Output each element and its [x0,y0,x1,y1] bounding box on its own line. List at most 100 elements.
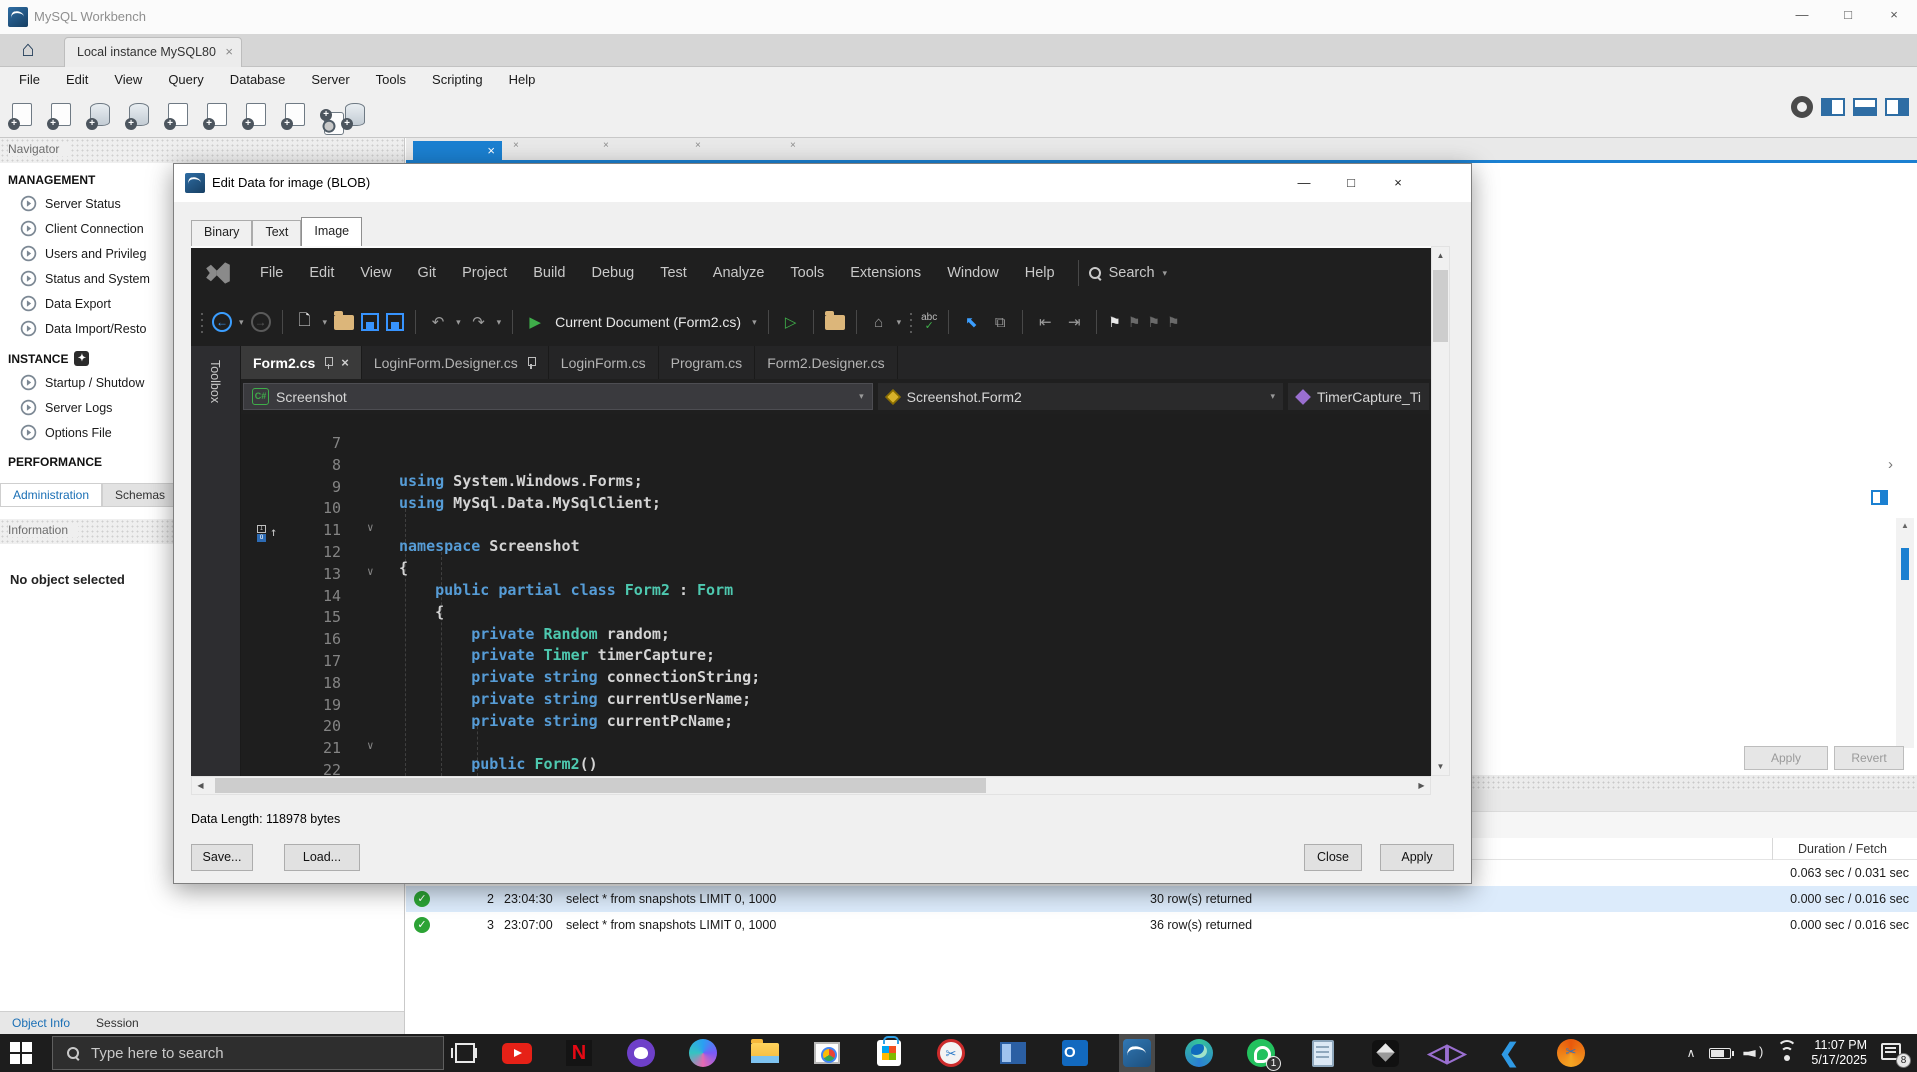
search-table-data-icon[interactable]: + [320,109,332,121]
dialog-tab[interactable]: Image [301,217,362,246]
side-panel-icon[interactable] [1871,490,1888,505]
window-maximize-button[interactable]: □ [1825,0,1871,30]
vs-code-editor: 7 using System.Windows.Forms; 8 using My… [241,414,1431,776]
toggle-left-panel-icon[interactable] [1821,98,1845,116]
menu-item[interactable]: Help [496,67,549,93]
start-button[interactable] [10,1042,32,1064]
spell-check-icon: abc✓ [921,313,937,331]
output-row[interactable]: ✓ 3 23:07:00 select * from snapshots LIM… [406,912,1917,938]
toggle-output-panel-icon[interactable] [1853,98,1877,116]
taskbar-notepad-icon[interactable] [1305,1034,1341,1072]
scrollbar-thumb[interactable] [215,778,986,793]
taskbar-edge-icon[interactable] [1181,1034,1217,1072]
open-sql-script-icon[interactable]: + [47,100,77,130]
taskbar-screenshot-tool-icon[interactable]: ✂ [1553,1034,1589,1072]
taskbar-snipping-tool-icon[interactable]: ✂ [933,1034,969,1072]
scroll-up-icon[interactable]: ▲ [1896,521,1914,530]
taskbar-3d-app-icon[interactable] [1367,1034,1403,1072]
row-query: select * from snapshots LIMIT 0, 1000 [566,886,776,912]
scrollbar-thumb[interactable] [1433,270,1448,342]
inspector-icon[interactable]: + [86,100,116,130]
editor-vertical-scrollbar[interactable]: ▲ [1896,518,1914,748]
taskbar-outlook-icon[interactable] [1057,1034,1093,1072]
window-close-button[interactable]: × [1871,0,1917,30]
query-tab-close-icon[interactable]: × [695,140,701,151]
help-ring-icon[interactable] [1791,96,1813,118]
reconnect-dbms-icon[interactable]: + [341,100,371,130]
dialog-vertical-scrollbar[interactable]: ▲ ▼ [1431,246,1450,776]
apply-button-disabled[interactable]: Apply [1744,746,1828,770]
create-schema-icon[interactable]: + [125,100,155,130]
query-tab-close-icon[interactable]: × [513,140,519,151]
window-minimize-button[interactable]: — [1779,0,1825,30]
taskbar-whatsapp-icon[interactable]: 1 [1243,1034,1279,1072]
query-tab-close-icon[interactable]: × [790,140,796,151]
save-button[interactable]: Save... [191,844,253,871]
dialog-horizontal-scrollbar[interactable]: ◀ ▶ [191,776,1431,795]
connection-tab-close-icon[interactable]: × [225,38,233,66]
taskbar-mysql-workbench-icon[interactable] [1119,1034,1155,1072]
create-function-icon[interactable]: + [281,100,311,130]
bottom-tab[interactable]: Object Info [12,1016,70,1030]
scroll-left-icon[interactable]: ◀ [192,777,209,794]
menu-item[interactable]: File [6,67,53,93]
battery-icon[interactable] [1709,1048,1731,1059]
new-file-icon: 🗋 [294,311,316,333]
toggle-right-panel-icon[interactable] [1885,98,1909,116]
taskbar-remote-window-icon[interactable] [995,1034,1031,1072]
load-button[interactable]: Load... [284,844,360,871]
vs-menu-item: Project [449,265,520,281]
create-view-icon[interactable]: + [203,100,233,130]
query-tab-close-icon[interactable]: × [603,140,609,151]
menu-item[interactable]: Scripting [419,67,496,93]
taskbar-vscode-icon[interactable]: ❮ [1491,1034,1527,1072]
taskbar-search-box[interactable]: Type here to search [52,1036,444,1070]
task-view-icon[interactable] [455,1043,475,1063]
dialog-maximize-button[interactable]: □ [1328,169,1374,197]
menu-item[interactable]: Tools [363,67,419,93]
clock[interactable]: 11:07 PM 5/17/2025 [1811,1038,1867,1068]
collapse-panel-chevron-icon[interactable]: › [1888,456,1893,473]
query-tab-close-icon[interactable]: × [487,143,495,158]
taskbar-netflix-icon[interactable]: N [561,1034,597,1072]
dialog-close-button[interactable]: × [1375,169,1421,197]
menu-item[interactable]: Edit [53,67,101,93]
dialog-titlebar[interactable]: Edit Data for image (BLOB) — □ × [174,164,1471,202]
scrollbar-thumb[interactable] [1901,548,1909,580]
active-query-tab[interactable]: × [413,141,502,163]
tray-date: 5/17/2025 [1811,1053,1867,1067]
sidebar-tab[interactable]: Schemas [102,483,178,506]
scroll-down-icon[interactable]: ▼ [1432,758,1449,775]
dialog-tab[interactable]: Binary [191,220,252,246]
dialog-tab[interactable]: Text [252,220,301,246]
wifi-icon[interactable] [1777,1046,1797,1060]
home-tab[interactable]: ⌂ [0,34,56,67]
taskbar-copilot-icon[interactable] [685,1034,721,1072]
output-row[interactable]: ✓ 2 23:04:30 select * from snapshots LIM… [406,886,1917,912]
menu-item[interactable]: Query [155,67,216,93]
tray-expand-chevron-icon[interactable]: ∧ [1687,1046,1696,1060]
connection-tab[interactable]: Local instance MySQL80 × [64,37,242,67]
menu-item[interactable]: Server [298,67,362,93]
taskbar-chrome-icon[interactable] [809,1034,845,1072]
taskbar-file-explorer-icon[interactable] [747,1034,783,1072]
menu-item[interactable]: Database [217,67,299,93]
close-button[interactable]: Close [1304,844,1362,871]
taskbar-github-icon[interactable] [623,1034,659,1072]
taskbar-youtube-icon[interactable] [499,1034,535,1072]
volume-icon[interactable] [1745,1046,1763,1060]
scroll-up-icon[interactable]: ▲ [1432,247,1449,264]
taskbar-microsoft-store-icon[interactable] [871,1034,907,1072]
dialog-minimize-button[interactable]: — [1281,169,1327,197]
bottom-tab[interactable]: Session [96,1016,139,1030]
notification-center-icon[interactable]: 8 [1881,1042,1907,1064]
taskbar-visual-studio-icon[interactable]: ◁▷ [1429,1034,1465,1072]
sidebar-tab[interactable]: Administration [0,483,102,506]
create-procedure-icon[interactable]: + [242,100,272,130]
revert-button-disabled[interactable]: Revert [1834,746,1904,770]
new-sql-tab-icon[interactable]: + [8,100,38,130]
menu-item[interactable]: View [101,67,155,93]
create-table-icon[interactable]: + [164,100,194,130]
scroll-right-icon[interactable]: ▶ [1413,777,1430,794]
apply-button[interactable]: Apply [1380,844,1454,871]
